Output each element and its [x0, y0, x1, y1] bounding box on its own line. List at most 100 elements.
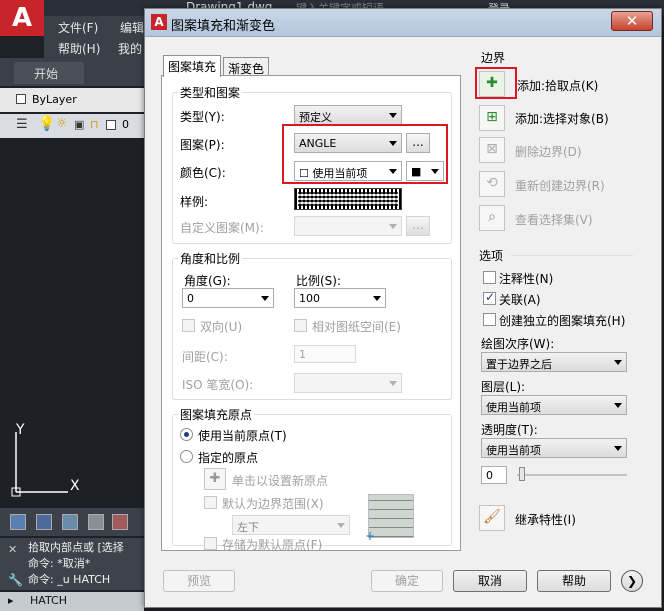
recreate-boundary-icon[interactable]: ⟲	[479, 171, 505, 197]
transparency-label: 透明度(T):	[481, 423, 538, 437]
draw-order-label: 绘图次序(W):	[481, 337, 555, 351]
angle-label: 角度(G):	[184, 274, 231, 288]
lock-icon[interactable]: ▣	[74, 118, 84, 131]
command-line-3: 命令: _u HATCH	[28, 573, 111, 586]
menu-my[interactable]: 我的	[118, 40, 142, 57]
scale-label: 比例(S):	[296, 274, 342, 288]
axis-y-label: Y	[16, 422, 25, 438]
store-default-checkbox[interactable]	[204, 537, 217, 550]
new-icon[interactable]	[10, 514, 26, 530]
command-history: ✕ 🔧 拾取内部点或 [选择 命令: *取消* 命令: _u HATCH	[0, 538, 144, 590]
double-checkbox[interactable]	[182, 319, 195, 332]
angle-dropdown[interactable]: 0	[182, 288, 274, 308]
add-select-label[interactable]: 添加:选择对象(B)	[515, 110, 609, 127]
add-pick-label[interactable]: 添加:拾取点(K)	[517, 77, 598, 94]
layer-manager-icon[interactable]: ☰	[16, 117, 28, 132]
autocad-logo-icon: A	[151, 14, 167, 30]
scale-dropdown[interactable]: 100	[294, 288, 386, 308]
double-label: 双向(U)	[200, 320, 243, 334]
magnifier-icon[interactable]: ⌕	[479, 205, 505, 231]
layer-value[interactable]: ByLayer	[32, 93, 77, 106]
print-icon[interactable]	[88, 514, 104, 530]
dialog-title: 图案填充和渐变色	[171, 19, 276, 34]
position-dropdown[interactable]: 左下	[232, 515, 350, 535]
remove-boundary-icon[interactable]: ⊠	[479, 137, 505, 163]
position-value: 左下	[237, 521, 259, 534]
command-input[interactable]: ▸ HATCH	[0, 592, 144, 611]
set-origin-label: 单击以设置新原点	[232, 474, 329, 488]
close-button[interactable]: ✕	[611, 11, 653, 31]
draw-order-dropdown[interactable]: 置于边界之后	[481, 352, 627, 372]
layer-value-text: 使用当前项	[486, 401, 541, 414]
iso-pen-dropdown[interactable]	[294, 373, 402, 393]
annotative-label: 注释性(N)	[499, 272, 554, 286]
add-pick-highlight	[475, 67, 517, 99]
relative-paperspace-label: 相对图纸空间(E)	[312, 320, 401, 334]
scale-value: 100	[299, 292, 320, 305]
boundary-title: 边界	[481, 51, 506, 65]
tab-start[interactable]: 开始	[14, 62, 84, 84]
add-select-objects-icon[interactable]: ⊞	[479, 105, 505, 131]
layer-toolbar: ☰ 💡 ☼ ▣ ⊓ 0	[0, 114, 144, 138]
custom-pattern-label: 自定义图案(M):	[180, 221, 264, 235]
quick-access-toolbar	[0, 508, 144, 536]
bulb-icon[interactable]: 💡	[38, 116, 55, 132]
settings-icon[interactable]	[62, 514, 78, 530]
transparency-dropdown[interactable]: 使用当前项	[481, 438, 627, 458]
origin-marker-icon: +	[365, 529, 376, 543]
transparency-slider-track[interactable]	[517, 474, 627, 476]
custom-browse-button[interactable]: ...	[406, 216, 430, 236]
type-value: 预定义	[299, 111, 332, 124]
relative-paperspace-checkbox[interactable]	[294, 319, 307, 332]
transparency-slider-thumb[interactable]	[519, 467, 525, 481]
inherit-label[interactable]: 继承特性(I)	[515, 511, 576, 528]
separate-hatch-checkbox[interactable]	[483, 313, 496, 326]
more-options-icon[interactable]: ❯	[621, 570, 643, 592]
dialog-title-bar[interactable]: A 图案填充和渐变色 ✕	[145, 9, 661, 37]
inherit-brush-icon[interactable]: 🖌	[479, 505, 505, 531]
use-current-origin-radio[interactable]	[180, 428, 193, 441]
prompt-icon: ▸	[8, 594, 14, 607]
menu-help[interactable]: 帮助(H)	[58, 40, 100, 57]
associative-checkbox[interactable]	[483, 290, 496, 305]
type-dropdown[interactable]: 预定义	[294, 105, 402, 125]
hatch-dialog: A 图案填充和渐变色 ✕ 图案填充 渐变色 类型和图案 类型(Y): 预定义 图…	[144, 8, 662, 608]
origin-title: 图案填充原点	[178, 406, 255, 423]
separate-hatch-label: 创建独立的图案填充(H)	[499, 314, 626, 328]
command-line-2: 命令: *取消*	[28, 557, 91, 570]
save-icon[interactable]	[36, 514, 52, 530]
plot-icon[interactable]	[112, 514, 128, 530]
swatch-pattern	[298, 192, 398, 206]
transparency-input[interactable]: 0	[481, 466, 507, 484]
store-default-label: 存储为默认原点(F)	[222, 538, 323, 552]
set-origin-icon[interactable]: ✚	[204, 468, 226, 490]
menu-file[interactable]: 文件(F)	[58, 19, 98, 36]
options-divider	[511, 255, 633, 256]
default-extent-checkbox[interactable]	[204, 496, 217, 509]
cancel-button[interactable]: 取消	[453, 570, 527, 592]
iso-pen-label: ISO 笔宽(O):	[182, 378, 254, 392]
brick-preview-icon: +	[365, 494, 414, 543]
close-icon[interactable]: ✕	[8, 542, 17, 558]
specified-origin-label: 指定的原点	[198, 451, 259, 465]
pattern-swatch[interactable]	[294, 188, 402, 210]
sun-icon[interactable]: ☼	[56, 116, 68, 131]
wrench-icon[interactable]: 🔧	[8, 572, 23, 588]
lock-open-icon[interactable]: ⊓	[90, 118, 99, 131]
annotative-checkbox[interactable]	[483, 271, 496, 284]
tab-hatch[interactable]: 图案填充	[163, 55, 222, 77]
preview-button[interactable]: 预览	[163, 570, 235, 592]
specified-origin-radio[interactable]	[180, 450, 193, 463]
layer-dropdown[interactable]: 使用当前项	[481, 395, 627, 415]
menu-edit[interactable]: 编辑	[120, 19, 144, 36]
help-button[interactable]: 帮助	[537, 570, 611, 592]
draw-order-value: 置于边界之后	[486, 358, 552, 371]
ok-button[interactable]: 确定	[371, 570, 443, 592]
use-current-origin-label: 使用当前原点(T)	[198, 429, 287, 443]
angle-value: 0	[187, 292, 194, 305]
spacing-input[interactable]: 1	[294, 345, 356, 363]
tab-gradient[interactable]: 渐变色	[223, 57, 270, 77]
app-logo[interactable]: A	[0, 0, 44, 36]
custom-pattern-dropdown[interactable]	[294, 216, 402, 236]
layer-number: 0	[122, 118, 129, 131]
